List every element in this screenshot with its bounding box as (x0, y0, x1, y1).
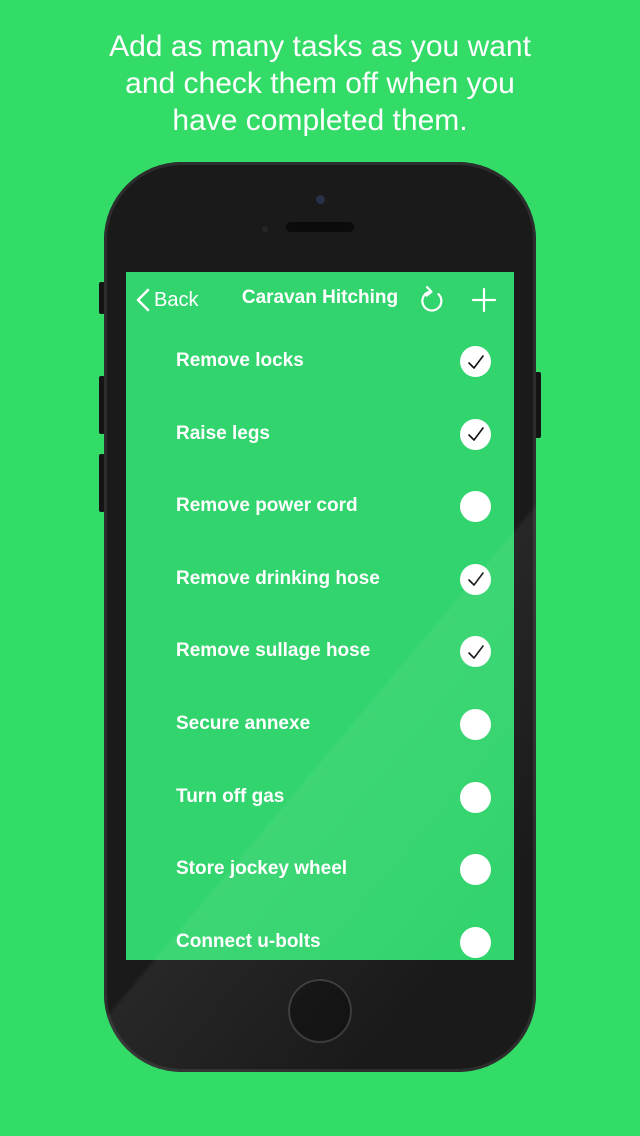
task-checkbox[interactable] (460, 926, 491, 958)
task-label: Raise legs (176, 422, 270, 444)
task-row[interactable]: Raise legs (126, 400, 514, 473)
task-list: Remove locks Raise legs Remove power cor… (126, 327, 514, 960)
task-label: Turn off gas (176, 785, 285, 807)
earpiece-speaker (286, 222, 354, 232)
task-row[interactable]: Store jockey wheel (126, 835, 514, 908)
task-checkbox[interactable] (460, 636, 491, 668)
task-label: Remove locks (176, 350, 304, 371)
back-button[interactable]: Back (136, 284, 198, 316)
task-label: Store jockey wheel (176, 858, 348, 880)
promo-line-3: have completed them. (172, 104, 468, 137)
proximity-sensor (262, 226, 268, 232)
task-row[interactable]: Remove drinking hose (126, 545, 514, 618)
checkmark-icon (467, 354, 484, 369)
task-row[interactable]: Remove locks (126, 327, 514, 400)
phone-frame: Back Caravan Hitching Remove locks Raise… (104, 162, 536, 1072)
promo-line-2: and check them off when you (125, 67, 515, 100)
refresh-icon (421, 285, 443, 312)
task-checkbox[interactable] (460, 854, 491, 886)
checkmark-icon (467, 645, 484, 659)
task-checkbox[interactable] (460, 563, 491, 595)
app-screen: Back Caravan Hitching Remove locks Raise… (126, 272, 514, 960)
task-label: Secure annexe (176, 712, 311, 734)
front-camera (316, 195, 325, 204)
task-checkbox[interactable] (460, 708, 491, 740)
task-label: Connect u-bolts (176, 930, 321, 952)
plus-icon (471, 287, 497, 313)
task-row[interactable]: Turn off gas (126, 763, 514, 836)
task-checkbox[interactable] (460, 491, 491, 523)
task-row[interactable]: Secure annexe (126, 690, 514, 763)
add-task-button[interactable] (470, 286, 498, 314)
task-checkbox[interactable] (460, 781, 491, 813)
task-row[interactable]: Remove sullage hose (126, 617, 514, 690)
task-label: Remove sullage hose (176, 640, 371, 662)
back-label: Back (154, 288, 199, 311)
task-checkbox[interactable] (460, 418, 491, 450)
chevron-left-icon (136, 288, 150, 312)
task-row[interactable]: Connect u-bolts (126, 908, 514, 960)
refresh-button[interactable] (419, 284, 447, 316)
navigation-bar: Back Caravan Hitching (126, 272, 514, 328)
checkmark-icon (467, 572, 484, 587)
task-label: Remove drinking hose (176, 567, 380, 589)
home-button[interactable] (288, 979, 352, 1043)
checkmark-icon (467, 427, 484, 441)
task-label: Remove power cord (176, 495, 358, 517)
page-title: Caravan Hitching (241, 287, 399, 308)
promo-line-1: Add as many tasks as you want (109, 30, 531, 63)
task-checkbox[interactable] (460, 346, 491, 377)
promo-caption: Add as many tasks as you want and check … (40, 28, 600, 139)
task-row[interactable]: Remove power cord (126, 472, 514, 545)
